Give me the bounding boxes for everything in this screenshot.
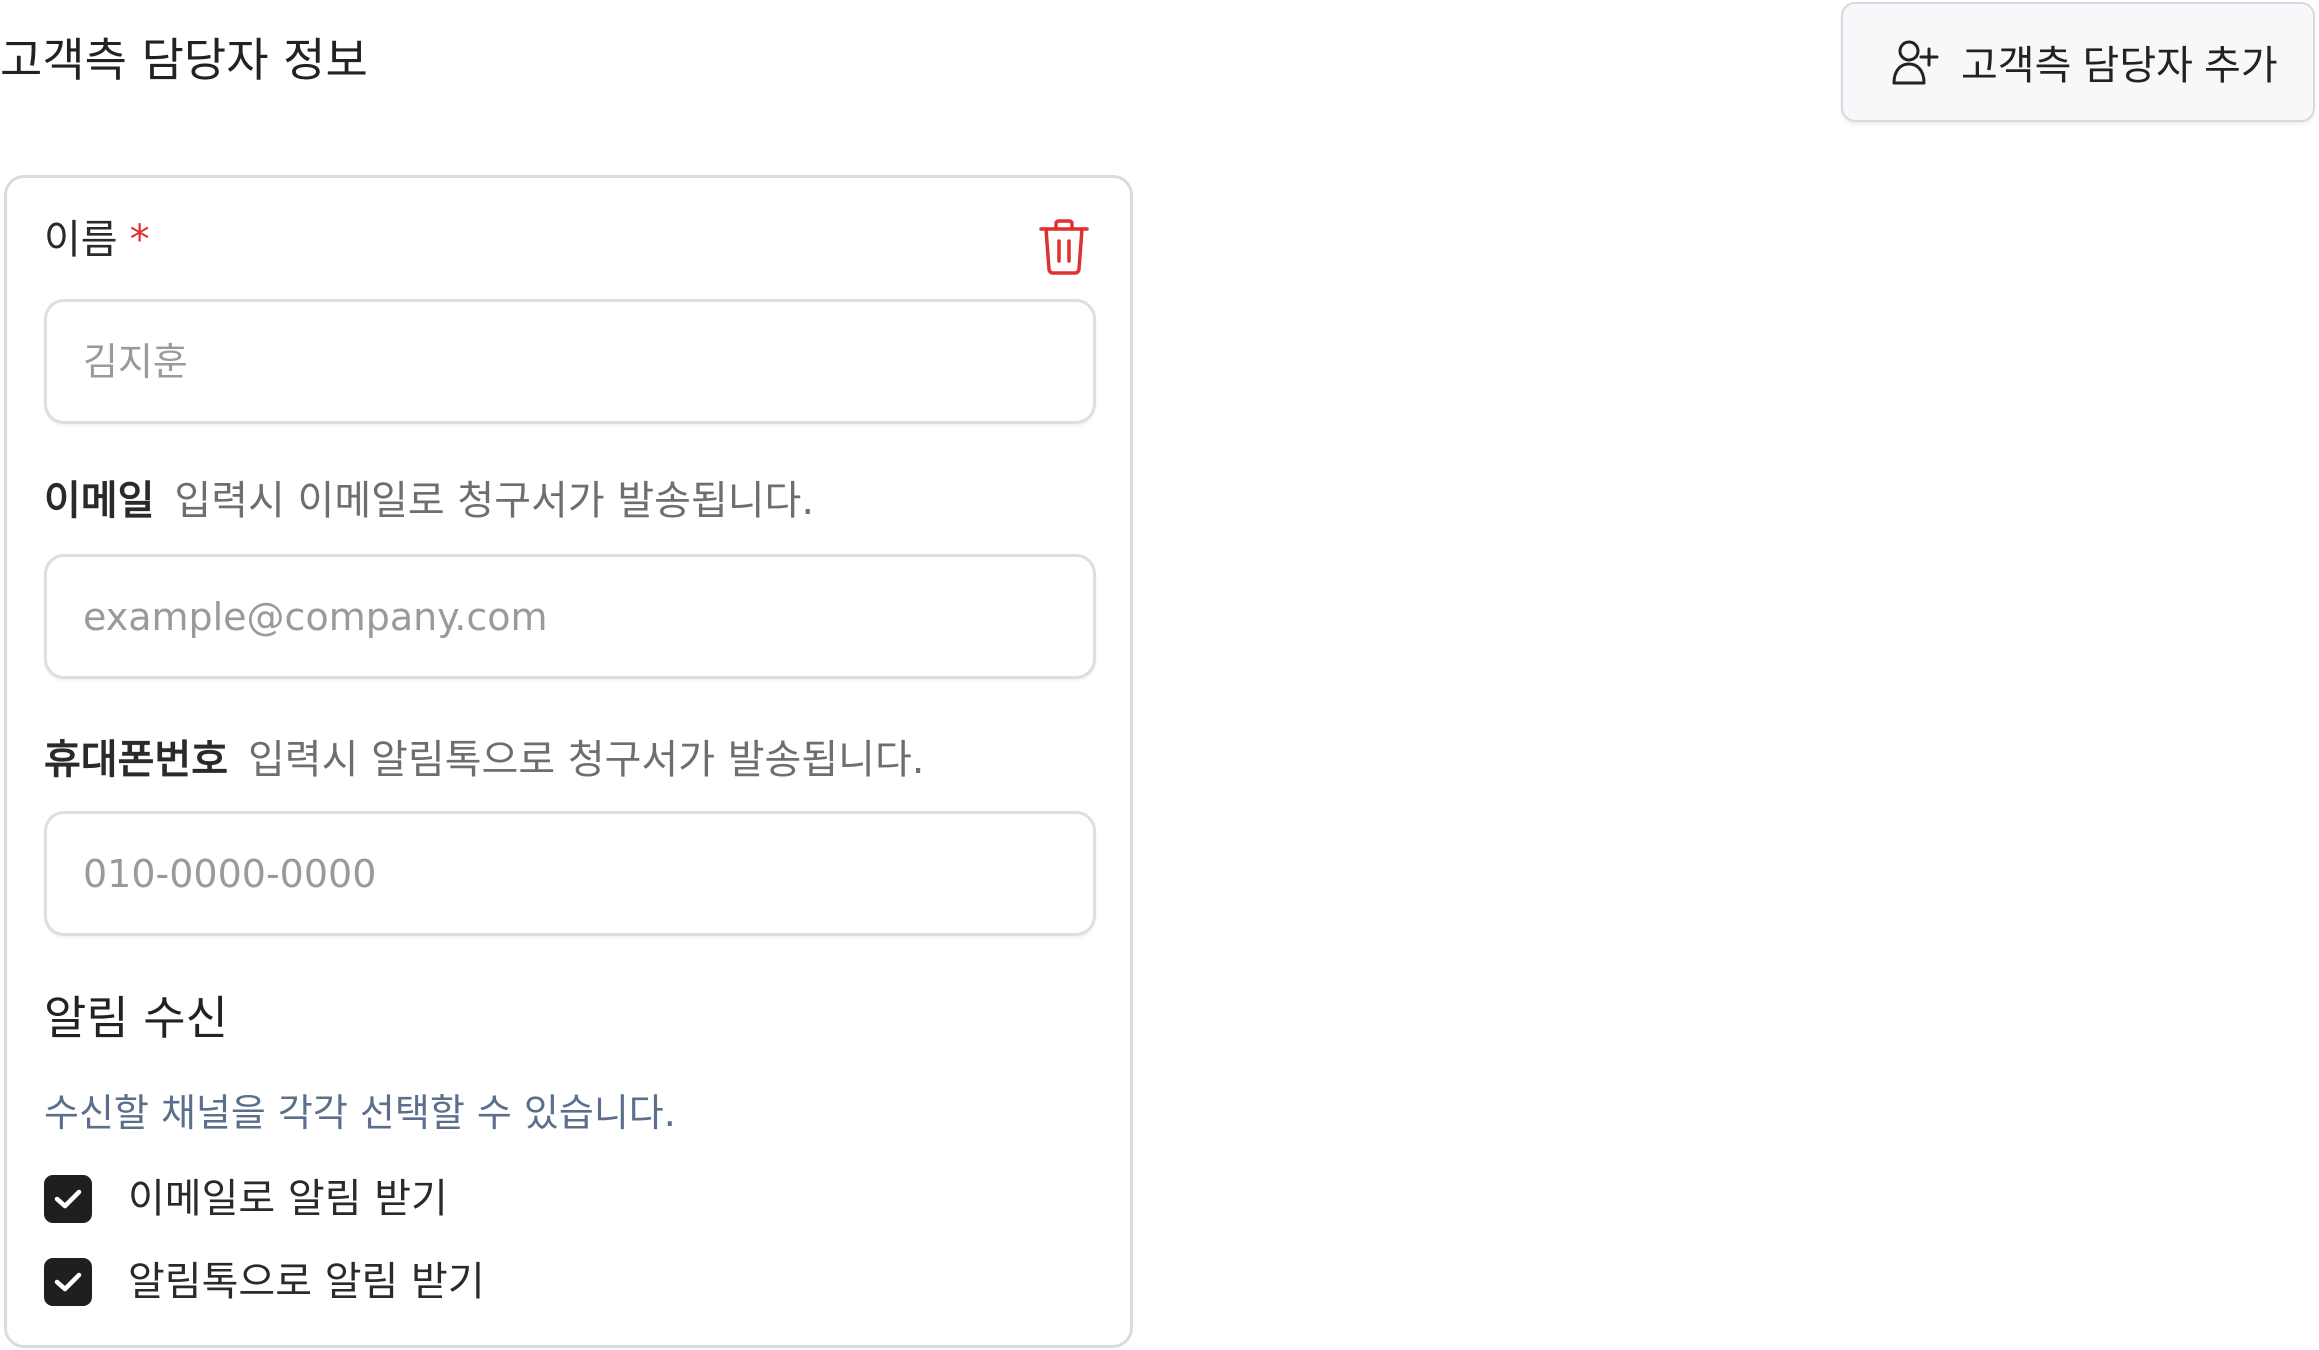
notification-description: 수신할 채널을 각각 선택할 수 있습니다. bbox=[44, 1091, 676, 1135]
alimtalk-notify-option[interactable]: 알림톡으로 알림 받기 bbox=[44, 1256, 485, 1308]
check-icon bbox=[54, 1272, 82, 1292]
email-notify-checkbox[interactable] bbox=[44, 1175, 92, 1223]
name-label: 이름 bbox=[44, 217, 118, 263]
phone-hint: 입력시 알림톡으로 청구서가 발송됩니다. bbox=[248, 737, 925, 783]
email-label: 이메일 bbox=[44, 478, 155, 524]
phone-label: 휴대폰번호 bbox=[44, 737, 228, 783]
user-plus-icon bbox=[1892, 40, 1939, 85]
name-input[interactable] bbox=[44, 299, 1096, 424]
check-icon bbox=[54, 1189, 82, 1209]
trash-icon[interactable] bbox=[1038, 219, 1090, 275]
email-input[interactable] bbox=[44, 554, 1096, 679]
phone-label-row: 휴대폰번호 입력시 알림톡으로 청구서가 발송됩니다. bbox=[44, 734, 924, 786]
email-notify-option[interactable]: 이메일로 알림 받기 bbox=[44, 1173, 448, 1225]
alimtalk-notify-label: 알림톡으로 알림 받기 bbox=[128, 1259, 485, 1305]
phone-input[interactable] bbox=[44, 811, 1096, 936]
notification-title: 알림 수신 bbox=[44, 991, 228, 1045]
alimtalk-notify-checkbox[interactable] bbox=[44, 1258, 92, 1306]
email-label-row: 이메일 입력시 이메일로 청구서가 발송됩니다. bbox=[44, 475, 814, 527]
add-contact-button[interactable]: 고객측 담당자 추가 bbox=[1841, 2, 2315, 122]
section-title: 고객측 담당자 정보 bbox=[0, 33, 368, 87]
name-label-row: 이름 * bbox=[44, 214, 150, 266]
contact-card: 이름* 이메일 입력시 이메일로 청구서가 발송됩니다. 휴대폰번호 입력시 알림톡… bbox=[4, 175, 1133, 1348]
email-notify-label: 이메일로 알림 받기 bbox=[128, 1176, 448, 1222]
add-contact-button-label: 고객측 담당자 추가 bbox=[1961, 44, 2278, 88]
email-hint: 입력시 이메일로 청구서가 발송됩니다. bbox=[174, 478, 815, 524]
required-mark: * bbox=[129, 217, 150, 263]
